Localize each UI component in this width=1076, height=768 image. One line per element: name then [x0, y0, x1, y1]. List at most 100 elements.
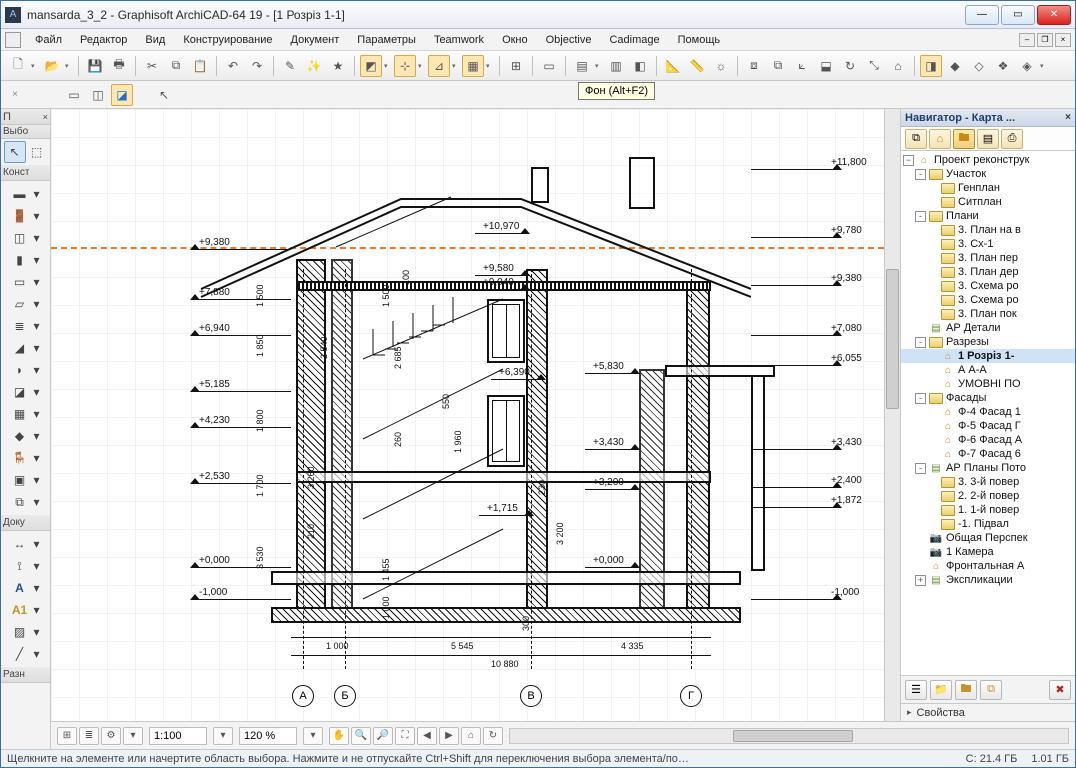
shell-tool[interactable]: ◗	[9, 359, 31, 381]
favorites-button[interactable]: ★	[327, 55, 349, 77]
lvl-drop[interactable]: ▾	[31, 555, 43, 577]
stair-drop[interactable]: ▾	[31, 315, 43, 337]
nav-btn-settings[interactable]: ☰	[905, 680, 927, 700]
next-view-button[interactable]: ▶	[439, 727, 459, 745]
level-tool[interactable]: ⟟	[9, 555, 31, 577]
edit5-button[interactable]: ⌂	[887, 55, 909, 77]
nav-btn-clone[interactable]: ⧉	[980, 680, 1002, 700]
minimize-button[interactable]: —	[965, 5, 999, 25]
open-button[interactable]: 📂	[41, 55, 63, 77]
tracker-button[interactable]: ◧	[629, 55, 651, 77]
navigator-properties-toggle[interactable]: Свойства	[901, 703, 1075, 721]
window-tool[interactable]: ◫	[9, 227, 31, 249]
morph-drop[interactable]: ▾	[31, 425, 43, 447]
tree-item[interactable]: +▤Экспликации	[901, 573, 1075, 587]
tree-item[interactable]: 3. Схема ро	[901, 293, 1075, 307]
navigator-tree[interactable]: −⌂ Проект реконструк -УчастокГенпланСитп…	[901, 151, 1075, 675]
text-drop[interactable]: ▾	[31, 577, 43, 599]
curtainwall-tool[interactable]: ▦	[9, 403, 31, 425]
ungroup-button[interactable]: ⧉	[767, 55, 789, 77]
snap4-button[interactable]: ▦	[462, 55, 484, 77]
redo-button[interactable]: ↷	[246, 55, 268, 77]
paste-button[interactable]: 📋	[189, 55, 211, 77]
marquee-mode3-button[interactable]: ◪	[111, 84, 133, 106]
snap2-button[interactable]: ⊹	[394, 55, 416, 77]
cw-drop[interactable]: ▾	[31, 403, 43, 425]
measure-button[interactable]: 📐	[662, 55, 684, 77]
snap3-button[interactable]: ⊿	[428, 55, 450, 77]
tree-item[interactable]: Ситплан	[901, 195, 1075, 209]
wall-drop[interactable]: ▾	[31, 183, 43, 205]
renov-button[interactable]: ◆	[944, 55, 966, 77]
grid-toggle-button[interactable]: ⊞	[505, 55, 527, 77]
story-alt-button[interactable]: ▥	[605, 55, 627, 77]
obj-drop[interactable]: ▾	[31, 447, 43, 469]
slab-tool[interactable]: ▱	[9, 293, 31, 315]
tree-item[interactable]: ⌂Ф-6 Фасад А	[901, 433, 1075, 447]
slab-drop[interactable]: ▾	[31, 293, 43, 315]
edit3-button[interactable]: ↻	[839, 55, 861, 77]
beam-drop[interactable]: ▾	[31, 271, 43, 293]
tree-item[interactable]: 1. 1-й повер	[901, 503, 1075, 517]
nav-tab-layout[interactable]: ▤	[977, 129, 999, 149]
fill-drop[interactable]: ▾	[31, 621, 43, 643]
mdi-restore-button[interactable]: ❐	[1037, 33, 1053, 47]
menu-параметры[interactable]: Параметры	[349, 32, 424, 48]
nav-btn-delete[interactable]: ✖	[1049, 680, 1071, 700]
menu-документ[interactable]: Документ	[283, 32, 348, 48]
menu-конструирование[interactable]: Конструирование	[175, 32, 280, 48]
fit-button[interactable]: ⛶	[395, 727, 415, 745]
new-button[interactable]: 🗋	[7, 55, 29, 77]
tree-item[interactable]: -▤АР Планы Пото	[901, 461, 1075, 475]
edit1-button[interactable]: ⟀	[791, 55, 813, 77]
zoom-drop-button[interactable]: ▾	[123, 727, 143, 745]
pan-button[interactable]: ✋	[329, 727, 349, 745]
menu-cadimage[interactable]: Cadimage	[601, 32, 667, 48]
nav-tab-project[interactable]: ⧉	[905, 129, 927, 149]
zoomout-button[interactable]: 🔎	[373, 727, 393, 745]
beam-tool[interactable]: ▭	[9, 271, 31, 293]
mesh-tool[interactable]: ⧉	[9, 491, 31, 513]
roof-drop[interactable]: ▾	[31, 337, 43, 359]
tree-item[interactable]: 3. Сх-1	[901, 237, 1075, 251]
menu-teamwork[interactable]: Teamwork	[426, 32, 492, 48]
tree-item[interactable]: ⌂1 Розріз 1-	[901, 349, 1075, 363]
dimension-tool[interactable]: ↔	[9, 533, 31, 555]
hscroll-thumb[interactable]	[733, 730, 853, 742]
tree-item[interactable]: 3. 3-й повер	[901, 475, 1075, 489]
app-menu-icon[interactable]	[5, 32, 21, 48]
drawing-canvas[interactable]: +11,800+9,780+9,380+7,080+6,055+3,430+2,…	[51, 109, 884, 721]
zoom-field[interactable]: 120 %	[239, 727, 297, 745]
wall-tool[interactable]: ▬	[9, 183, 31, 205]
tree-item[interactable]: Генплан	[901, 181, 1075, 195]
dock-close-icon[interactable]: ×	[43, 112, 48, 122]
lbl-drop[interactable]: ▾	[31, 599, 43, 621]
tree-root[interactable]: −⌂ Проект реконструк	[901, 153, 1075, 167]
tree-item[interactable]: 3. План пок	[901, 307, 1075, 321]
tree-item[interactable]: ▤АР Детали	[901, 321, 1075, 335]
tree-item[interactable]: 📷Общая Перспек	[901, 531, 1075, 545]
tree-item[interactable]: ⌂Фронтальная А	[901, 559, 1075, 573]
edit4-button[interactable]: ⤡	[863, 55, 885, 77]
nav-tab-publisher[interactable]: ⎙	[1001, 129, 1023, 149]
quickopt-button[interactable]: ⊞	[57, 727, 77, 745]
mdi-minimize-button[interactable]: –	[1019, 33, 1035, 47]
pick-button[interactable]: ✎	[279, 55, 301, 77]
copy-button[interactable]: ⧉	[165, 55, 187, 77]
prev-view-button[interactable]: ◀	[417, 727, 437, 745]
mdi-close-button[interactable]: ×	[1055, 33, 1071, 47]
marquee-mode2-button[interactable]: ◫	[87, 84, 109, 106]
line-tool[interactable]: ╱	[9, 643, 31, 665]
door-tool[interactable]: 🚪	[9, 205, 31, 227]
zoom-options-button[interactable]: ⚙	[101, 727, 121, 745]
object-tool[interactable]: 🪑	[9, 447, 31, 469]
zone-drop[interactable]: ▾	[31, 469, 43, 491]
shell-drop[interactable]: ▾	[31, 359, 43, 381]
story-button[interactable]: ▤	[571, 55, 593, 77]
layers-button[interactable]: ≣	[79, 727, 99, 745]
tree-item[interactable]: 3. Схема ро	[901, 279, 1075, 293]
home-view-button[interactable]: ⌂	[461, 727, 481, 745]
mesh-drop[interactable]: ▾	[31, 491, 43, 513]
vertical-scrollbar[interactable]	[884, 109, 900, 721]
menu-objective[interactable]: Objective	[538, 32, 600, 48]
